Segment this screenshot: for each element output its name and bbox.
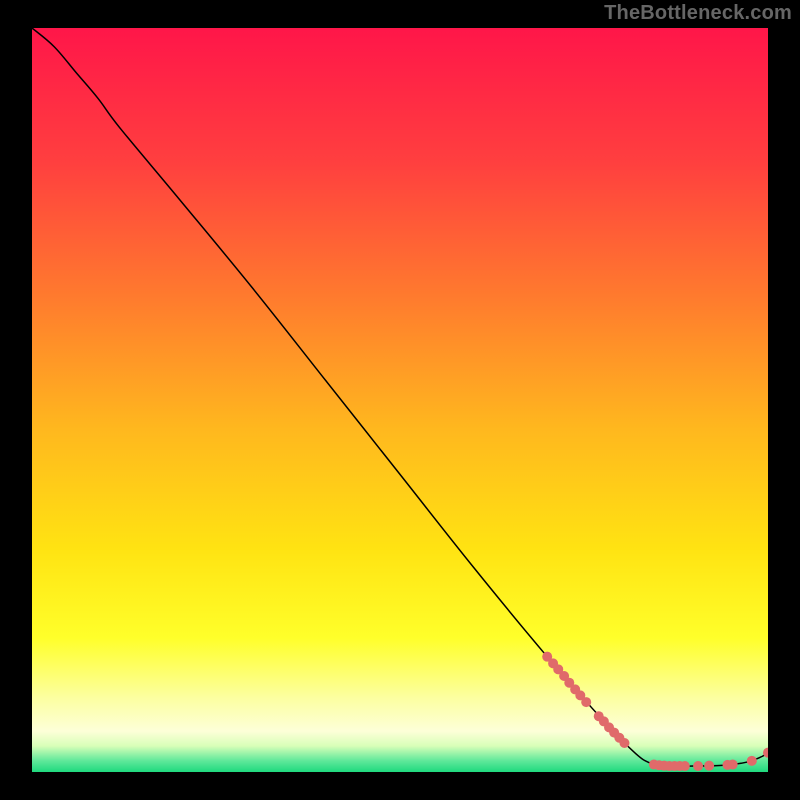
chart-frame: TheBottleneck.com [0,0,800,800]
marker-group [542,652,768,771]
marker-point [704,761,714,771]
attribution-label: TheBottleneck.com [604,2,792,25]
marker-point [728,760,738,770]
plot-area [32,28,768,772]
marker-point [747,756,757,766]
marker-point [619,738,629,748]
marker-point [680,761,690,771]
marker-point [581,697,591,707]
marker-point [693,761,703,771]
chart-svg [32,28,768,772]
bottleneck-curve [32,28,768,766]
